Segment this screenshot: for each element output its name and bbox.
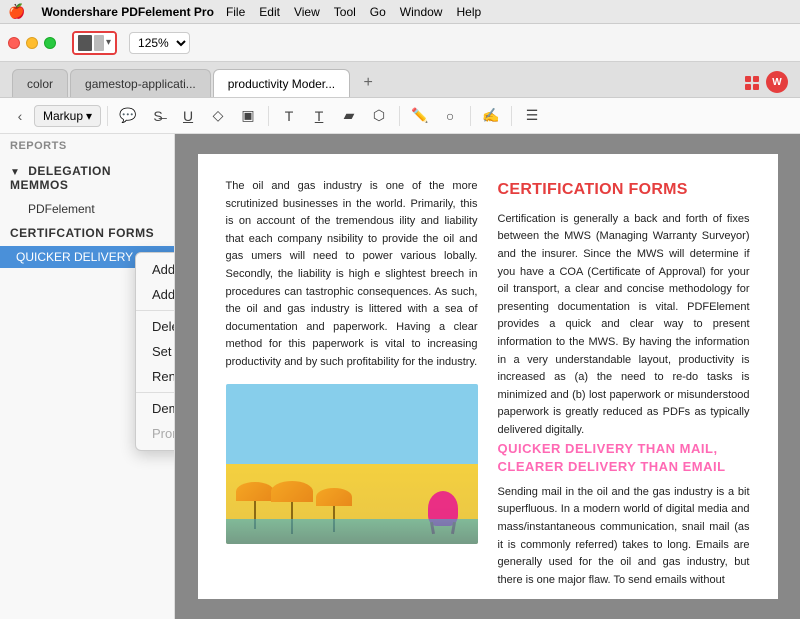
shapes-tool[interactable]: ○ (436, 102, 464, 130)
highlight-erase-tool[interactable]: ◇ (204, 102, 232, 130)
minimize-button[interactable] (26, 37, 38, 49)
tab-grid-icon[interactable] (740, 71, 764, 95)
pan-tool[interactable]: ☰ (518, 102, 546, 130)
markup-label: Markup (43, 109, 83, 123)
pdf-beach-image (226, 384, 478, 544)
ctx-add-child[interactable]: Add Child (136, 282, 175, 307)
ctx-rename-bookmark[interactable]: Rename Bookmark (136, 364, 175, 389)
toolbar-separator-5 (511, 106, 512, 126)
app-name: Wondershare PDFelement Pro (41, 5, 214, 19)
user-avatar[interactable]: W (766, 71, 788, 93)
text-tool[interactable]: T (275, 102, 303, 130)
highlight-tool[interactable]: ▣ (234, 102, 262, 130)
underline-tool[interactable]: U (174, 102, 202, 130)
tab-productivity[interactable]: productivity Moder... (213, 69, 350, 97)
toolbar-separator-3 (399, 106, 400, 126)
ctx-add-entry[interactable]: Add Entry (136, 257, 175, 282)
ctx-promote: Promote (136, 421, 175, 446)
menu-window[interactable]: Window (400, 5, 443, 19)
pdf-left-column: The oil and gas industry is one of the m… (226, 178, 478, 589)
menu-tool[interactable]: Tool (334, 5, 356, 19)
sidebar-section-reports: REPORTS (0, 134, 174, 158)
menu-file[interactable]: File (226, 5, 245, 19)
add-tab-button[interactable]: + (356, 71, 380, 95)
sidebar-section-reports-label: REPORTS (10, 140, 67, 152)
sidebar-item-pdfelement[interactable]: PDFelement (0, 198, 174, 220)
redact-tool[interactable]: ▰ (335, 102, 363, 130)
toolbar-separator-2 (268, 106, 269, 126)
ctx-demote[interactable]: Demote (136, 396, 175, 421)
pdf-right-subheading: QUICKER DELIVERY THAN MAIL, CLEARER DELI… (498, 440, 750, 476)
pen-tool[interactable]: ✏️ (406, 102, 434, 130)
pdf-page: The oil and gas industry is one of the m… (198, 154, 778, 599)
apple-menu[interactable]: 🍎 (8, 3, 25, 20)
menu-help[interactable]: Help (456, 5, 481, 19)
sidebar-section-certif[interactable]: CERTIFCATION FORMS (0, 220, 174, 246)
panel-toggle-button[interactable]: ▾ (72, 31, 117, 55)
comment-tool[interactable]: 💬 (114, 102, 142, 130)
close-button[interactable] (8, 37, 20, 49)
sidebar-item-quicker-label: QUICKER DELIVERY (16, 250, 133, 264)
panel-left-icon (78, 35, 92, 51)
context-menu: Add Entry Add Child Delete Bookmark Set … (135, 252, 175, 451)
menu-go[interactable]: Go (370, 5, 386, 19)
beach-scene (226, 384, 478, 544)
pdf-left-text: The oil and gas industry is one of the m… (226, 178, 478, 372)
sidebar-section-certif-label: CERTIFCATION FORMS (10, 226, 154, 240)
tab-gamestop[interactable]: gamestop-applicati... (70, 69, 211, 97)
stamp-tool[interactable]: ⬡ (365, 102, 393, 130)
ctx-separator-1 (136, 310, 175, 311)
panel-right-icon (94, 35, 104, 51)
pdf-right-para1: Certification is generally a back and fo… (498, 211, 750, 440)
menubar: 🍎 Wondershare PDFelement Pro File Edit V… (0, 0, 800, 24)
textbox-tool[interactable]: T (305, 102, 333, 130)
sidebar: REPORTS ▼ DELEGATION MEMMOS PDFelement C… (0, 134, 175, 619)
pdf-right-para2: Sending mail in the oil and the gas indu… (498, 484, 750, 590)
main-toolbar: ▾ 125% 100% 150% 75% (0, 24, 800, 62)
panel-chevron-icon: ▾ (106, 37, 111, 48)
menu-edit[interactable]: Edit (259, 5, 280, 19)
pdf-area: The oil and gas industry is one of the m… (175, 134, 800, 619)
toolbar-separator-4 (470, 106, 471, 126)
menu-view[interactable]: View (294, 5, 320, 19)
signature-tool[interactable]: ✍ (477, 102, 505, 130)
expand-delegation-icon: ▼ (10, 167, 20, 178)
ctx-delete-bookmark[interactable]: Delete Bookmark (136, 314, 175, 339)
ctx-set-destination[interactable]: Set Destination (136, 339, 175, 364)
pdf-right-heading: CERTIFICATION FORMS (498, 178, 750, 203)
sidebar-section-delegation-label: DELEGATION MEMMOS (10, 164, 111, 192)
sidebar-section-delegation[interactable]: ▼ DELEGATION MEMMOS (0, 158, 174, 198)
zoom-select[interactable]: 125% 100% 150% 75% (129, 32, 190, 54)
ctx-separator-2 (136, 392, 175, 393)
markup-toolbar: ‹ Markup ▾ 💬 S̶ U ◇ ▣ T T ▰ ⬡ ✏️ ○ ✍ ☰ (0, 98, 800, 134)
main-layout: REPORTS ▼ DELEGATION MEMMOS PDFelement C… (0, 134, 800, 619)
tab-color[interactable]: color (12, 69, 68, 97)
markup-chevron-icon: ▾ (86, 109, 92, 123)
strikethrough-tool[interactable]: S̶ (144, 102, 172, 130)
maximize-button[interactable] (44, 37, 56, 49)
toolbar-separator (107, 106, 108, 126)
markup-dropdown[interactable]: Markup ▾ (34, 105, 101, 127)
menu-items: File Edit View Tool Go Window Help (226, 5, 481, 19)
nav-back-button[interactable]: ‹ (8, 104, 32, 128)
water (226, 519, 478, 544)
traffic-lights (8, 37, 56, 49)
tabbar: color gamestop-applicati... productivity… (0, 62, 800, 98)
pdf-right-column: CERTIFICATION FORMS Certification is gen… (498, 178, 750, 589)
